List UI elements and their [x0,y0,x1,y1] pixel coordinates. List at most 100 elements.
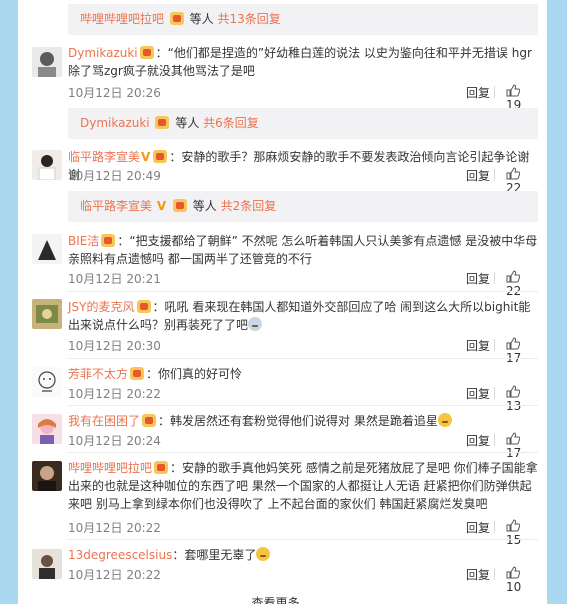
comment-time: 10月12日 20:22 [68,387,161,401]
reply-button[interactable]: 回复 [466,337,490,354]
member-badge-icon [130,367,145,380]
reply-button[interactable]: 回复 [466,270,490,287]
comment-divider [68,452,538,453]
like-count: 10 [506,580,522,594]
comment-time: 10月12日 20:49 [68,169,161,183]
sub-reply-user[interactable]: 哔哩哔哩吧拉吧 [80,12,164,26]
sub-reply-bar[interactable]: Dymikazuki 等人 共6条回复 [68,108,538,139]
like-button[interactable]: 10 [506,566,538,594]
thumbs-up-icon [506,519,520,532]
thumbs-up-icon [506,385,520,398]
comment-content: ：套哪里无辜了 [172,548,257,562]
comment-username[interactable]: 我有在困困了 [68,414,140,428]
thumbs-up-icon [506,270,520,283]
comment-time: 10月12日 20:22 [68,521,161,535]
comment-meta: 10月12日 20:22 回复 13 [68,385,538,413]
comment-username[interactable]: 芳菲不太方 [68,367,128,381]
thumbs-up-icon [506,566,520,579]
comment-username[interactable]: 哔哩哔哩吧拉吧 [68,461,152,475]
comment-meta: 10月12日 20:22 回复 10 [68,566,538,594]
member-badge-icon [139,46,154,59]
meta-divider [494,521,495,533]
comment-time: 10月12日 20:22 [68,568,161,582]
comment-text: JSY的麦克风 ：吼吼 看来现在韩国人都知道外交部回应了哈 闹到这么大所以bigh… [68,298,538,334]
comment-divider [68,358,538,359]
like-button[interactable]: 17 [506,432,538,460]
comment-text: Dymikazuki ：“他们都是捏造的”好幼稚白莲的说法 以史为鉴向往和平并无措… [68,44,538,80]
comment-divider [68,539,538,540]
avatar[interactable] [32,367,62,397]
member-badge-icon [172,199,187,212]
thumbs-up-icon [506,167,520,180]
comment-time: 10月12日 20:26 [68,86,161,100]
comment-content: ：“把支援都给了朝鲜” 不然呢 怎么听着韩国人只认美爹有点遗憾 是没被中华母亲照… [68,234,538,266]
comment-meta: 10月12日 20:30 回复 17 [68,337,538,365]
avatar[interactable] [32,299,62,329]
thumbs-up-icon [506,432,520,445]
member-badge-icon [154,461,169,474]
meta-divider [494,169,495,181]
comment-text: 哔哩哔哩吧拉吧 ：安静的歌手真他妈笑死 感情之前是死猪放屁了是吧 你们棒子国能拿出… [68,459,538,513]
comment-panel: 哔哩哔哩吧拉吧 等人 共13条回复 Dymikazuki ：“他们都是捏造的”好幼… [18,0,547,604]
comment-username[interactable]: JSY的麦克风 [68,300,135,314]
member-badge-icon [136,300,151,313]
thumbs-up-icon [506,337,520,350]
sub-reply-bar[interactable]: 哔哩哔哩吧拉吧 等人 共13条回复 [68,4,538,35]
smirk-emoji-icon [437,413,452,427]
reply-button[interactable]: 回复 [466,167,490,184]
sub-reply-bar[interactable]: 临平路李宣美 V 等人 共2条回复 [68,191,538,222]
like-button[interactable]: 13 [506,385,538,413]
comment-time: 10月12日 20:21 [68,272,161,286]
sub-reply-suffix: 等人 [192,199,217,213]
crying-emoji-icon [248,317,263,331]
sub-reply-user[interactable]: Dymikazuki [80,116,150,130]
chevron-down-icon: ⌄ [303,596,314,604]
comment-text: 我有在困困了 ：韩发居然还有套粉觉得他们说得对 果然是跪着追星 [68,412,538,430]
comment-username[interactable]: Dymikazuki [68,46,138,60]
comment-meta: 10月12日 20:24 回复 17 [68,432,538,460]
comment-meta: 10月12日 20:22 回复 15 [68,519,538,547]
member-badge-icon [155,116,170,129]
reply-button[interactable]: 回复 [466,385,490,402]
avatar[interactable] [32,461,62,491]
member-badge-icon [153,150,168,163]
comment-text: 芳菲不太方 ：你们真的好可怜 [68,365,538,383]
view-more-link[interactable]: 查看更多 ⌄ [18,594,547,604]
like-button[interactable]: 17 [506,337,538,365]
reply-button[interactable]: 回复 [466,84,490,101]
comment-username[interactable]: BIE洁 [68,234,99,248]
meta-divider [494,86,495,98]
comment-time: 10月12日 20:24 [68,434,161,448]
like-button[interactable]: 15 [506,519,538,547]
sub-reply-count-link[interactable]: 共13条回复 [218,12,281,26]
comment-username[interactable]: 13degreescelsius [68,548,172,562]
comment-divider [68,291,538,292]
sub-reply-count-link[interactable]: 共2条回复 [221,199,277,213]
avatar[interactable] [32,47,62,77]
like-count: 15 [506,533,522,547]
like-count: 17 [506,446,522,460]
sub-reply-suffix: 等人 [175,116,200,130]
reply-button[interactable]: 回复 [466,566,490,583]
avatar[interactable] [32,150,62,180]
view-more-label: 查看更多 [251,596,300,604]
comment-content: ：你们真的好可怜 [146,367,243,381]
comment-content: ：韩发居然还有套粉觉得他们说得对 果然是跪着追星 [158,414,438,428]
member-badge-icon [169,12,184,25]
like-button[interactable]: 22 [506,270,538,298]
meta-divider [494,272,495,284]
verified-icon: V [156,199,167,213]
avatar[interactable] [32,414,62,444]
avatar[interactable] [32,549,62,579]
comment-username[interactable]: 临平路李宣美 [68,150,140,164]
sub-reply-suffix: 等人 [189,12,214,26]
like-count: 13 [506,399,522,413]
sub-reply-user[interactable]: 临平路李宣美 [80,199,152,213]
sub-reply-count-link[interactable]: 共6条回复 [203,116,259,130]
comment-text: BIE洁 ：“把支援都给了朝鲜” 不然呢 怎么听着韩国人只认美爹有点遗憾 是没被中… [68,232,538,268]
comment-meta: 10月12日 20:26 回复 19 [68,84,538,112]
avatar[interactable] [32,234,62,264]
reply-button[interactable]: 回复 [466,432,490,449]
reply-button[interactable]: 回复 [466,519,490,536]
comment-text: 13degreescelsius：套哪里无辜了 [68,546,538,564]
